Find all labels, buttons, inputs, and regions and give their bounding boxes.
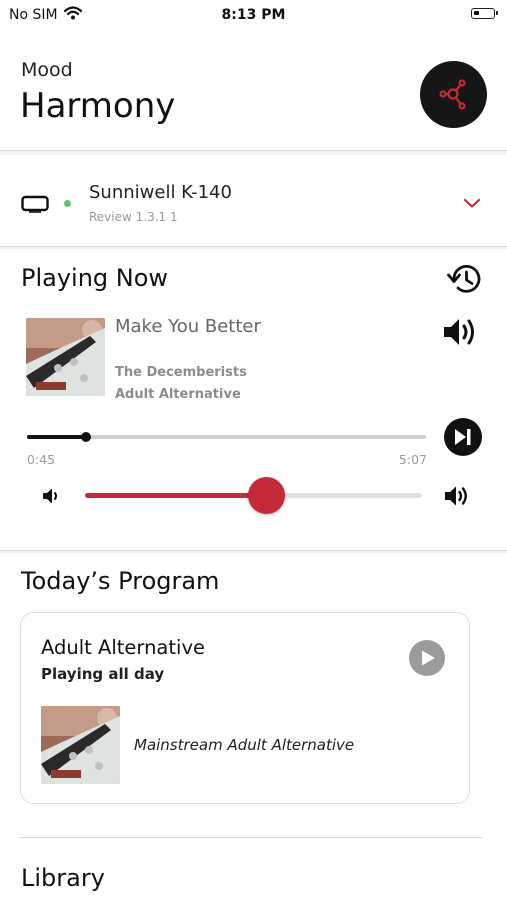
total-time: 5:07 xyxy=(398,452,427,467)
device-version: Review 1.3.1 1 xyxy=(89,210,178,224)
program-description: Mainstream Adult Alternative xyxy=(134,736,355,754)
progress-fill xyxy=(27,435,86,439)
volume-fill xyxy=(85,493,267,498)
volume-low-icon xyxy=(43,488,57,504)
network-nodes-icon xyxy=(439,79,466,110)
device-name: Sunniwell K-140 xyxy=(89,182,232,203)
speaker-icon[interactable] xyxy=(442,316,478,348)
volume-high-icon xyxy=(445,486,467,506)
track-title: Make You Better xyxy=(115,316,261,337)
skip-next-icon xyxy=(455,429,471,445)
skip-next-button[interactable] xyxy=(444,418,482,456)
library-heading: Library xyxy=(21,864,105,892)
chevron-down-icon[interactable] xyxy=(463,197,481,209)
section-band xyxy=(0,551,507,553)
todays-program-heading: Today’s Program xyxy=(21,567,220,595)
program-album-art xyxy=(41,706,120,784)
device-online-dot xyxy=(64,200,71,207)
section-band xyxy=(0,151,507,155)
mood-network-button[interactable] xyxy=(420,61,487,128)
tv-box-icon xyxy=(21,195,49,213)
track-genre: Adult Alternative xyxy=(115,387,241,402)
divider xyxy=(20,837,482,838)
track-artist: The Decemberists xyxy=(115,365,247,380)
section-band xyxy=(0,247,507,249)
mood-title: Harmony xyxy=(20,86,176,126)
album-art xyxy=(26,318,105,396)
history-icon[interactable] xyxy=(446,261,486,297)
program-subtitle: Playing all day xyxy=(41,665,165,683)
progress-handle[interactable] xyxy=(80,432,91,442)
device-selector[interactable] xyxy=(0,160,507,246)
playing-now-heading: Playing Now xyxy=(21,264,169,292)
battery-icon xyxy=(471,8,498,19)
program-title: Adult Alternative xyxy=(41,636,205,659)
status-bar: No SIM 8:13 PM xyxy=(0,0,507,30)
play-icon xyxy=(422,650,435,666)
mood-label: Mood xyxy=(21,59,73,81)
status-time: 8:13 PM xyxy=(221,7,286,23)
volume-handle[interactable] xyxy=(248,477,286,514)
program-play-button[interactable] xyxy=(409,640,445,676)
elapsed-time: 0:45 xyxy=(27,452,56,467)
